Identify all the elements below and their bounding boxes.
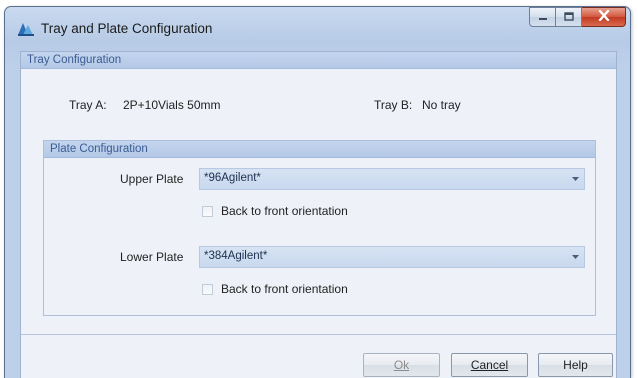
tray-configuration-group: Tray Configuration Tray A: 2P+10Vials 50… [21, 52, 616, 335]
upper-plate-orientation-row: Back to front orientation [202, 203, 348, 219]
lower-plate-orientation-checkbox[interactable] [202, 283, 213, 295]
maximize-button[interactable] [556, 7, 582, 27]
chevron-down-icon[interactable] [567, 247, 584, 267]
app-icon [17, 20, 35, 36]
tray-configuration-header: Tray Configuration [21, 52, 616, 69]
lower-plate-orientation-row: Back to front orientation [202, 281, 348, 297]
close-button[interactable] [582, 7, 626, 27]
upper-plate-label: Upper Plate [120, 172, 184, 186]
tray-b-value: No tray [422, 98, 461, 112]
minimize-icon [538, 8, 548, 26]
help-button-label: Help [563, 358, 588, 372]
maximize-icon [563, 8, 574, 26]
lower-plate-value: *384Agilent* [204, 250, 268, 262]
window-title: Tray and Plate Configuration [41, 21, 213, 36]
chevron-down-icon[interactable] [567, 169, 584, 189]
tray-b-label: Tray B: [374, 98, 413, 112]
close-icon [598, 8, 610, 26]
upper-plate-dropdown[interactable]: *96Agilent* [199, 168, 585, 190]
dialog-client-area: Tray Configuration Tray A: 2P+10Vials 50… [20, 51, 617, 378]
ok-button[interactable]: Ok [363, 353, 440, 377]
upper-plate-orientation-label[interactable]: Back to front orientation [221, 204, 348, 218]
plate-configuration-group: Plate Configuration Upper Plate *96Agile… [43, 140, 596, 316]
upper-plate-orientation-checkbox[interactable] [202, 205, 213, 217]
dialog-window: Tray and Plate Configuration Tray Config… [4, 6, 631, 378]
plate-configuration-header: Plate Configuration [44, 141, 595, 158]
tray-a-value: 2P+10Vials 50mm [123, 98, 221, 112]
tray-a-label: Tray A: [69, 98, 107, 112]
cancel-button-label: Cancel [470, 358, 509, 372]
ok-button-label: Ok [393, 358, 410, 372]
title-bar[interactable]: Tray and Plate Configuration [5, 7, 630, 43]
lower-plate-label: Lower Plate [120, 250, 184, 264]
lower-plate-orientation-label[interactable]: Back to front orientation [221, 282, 348, 296]
upper-plate-value: *96Agilent* [204, 172, 261, 184]
help-button[interactable]: Help [538, 353, 613, 377]
minimize-button[interactable] [529, 7, 556, 27]
cancel-button[interactable]: Cancel [451, 353, 528, 377]
lower-plate-dropdown[interactable]: *384Agilent* [199, 246, 585, 268]
caption-buttons [529, 7, 626, 28]
